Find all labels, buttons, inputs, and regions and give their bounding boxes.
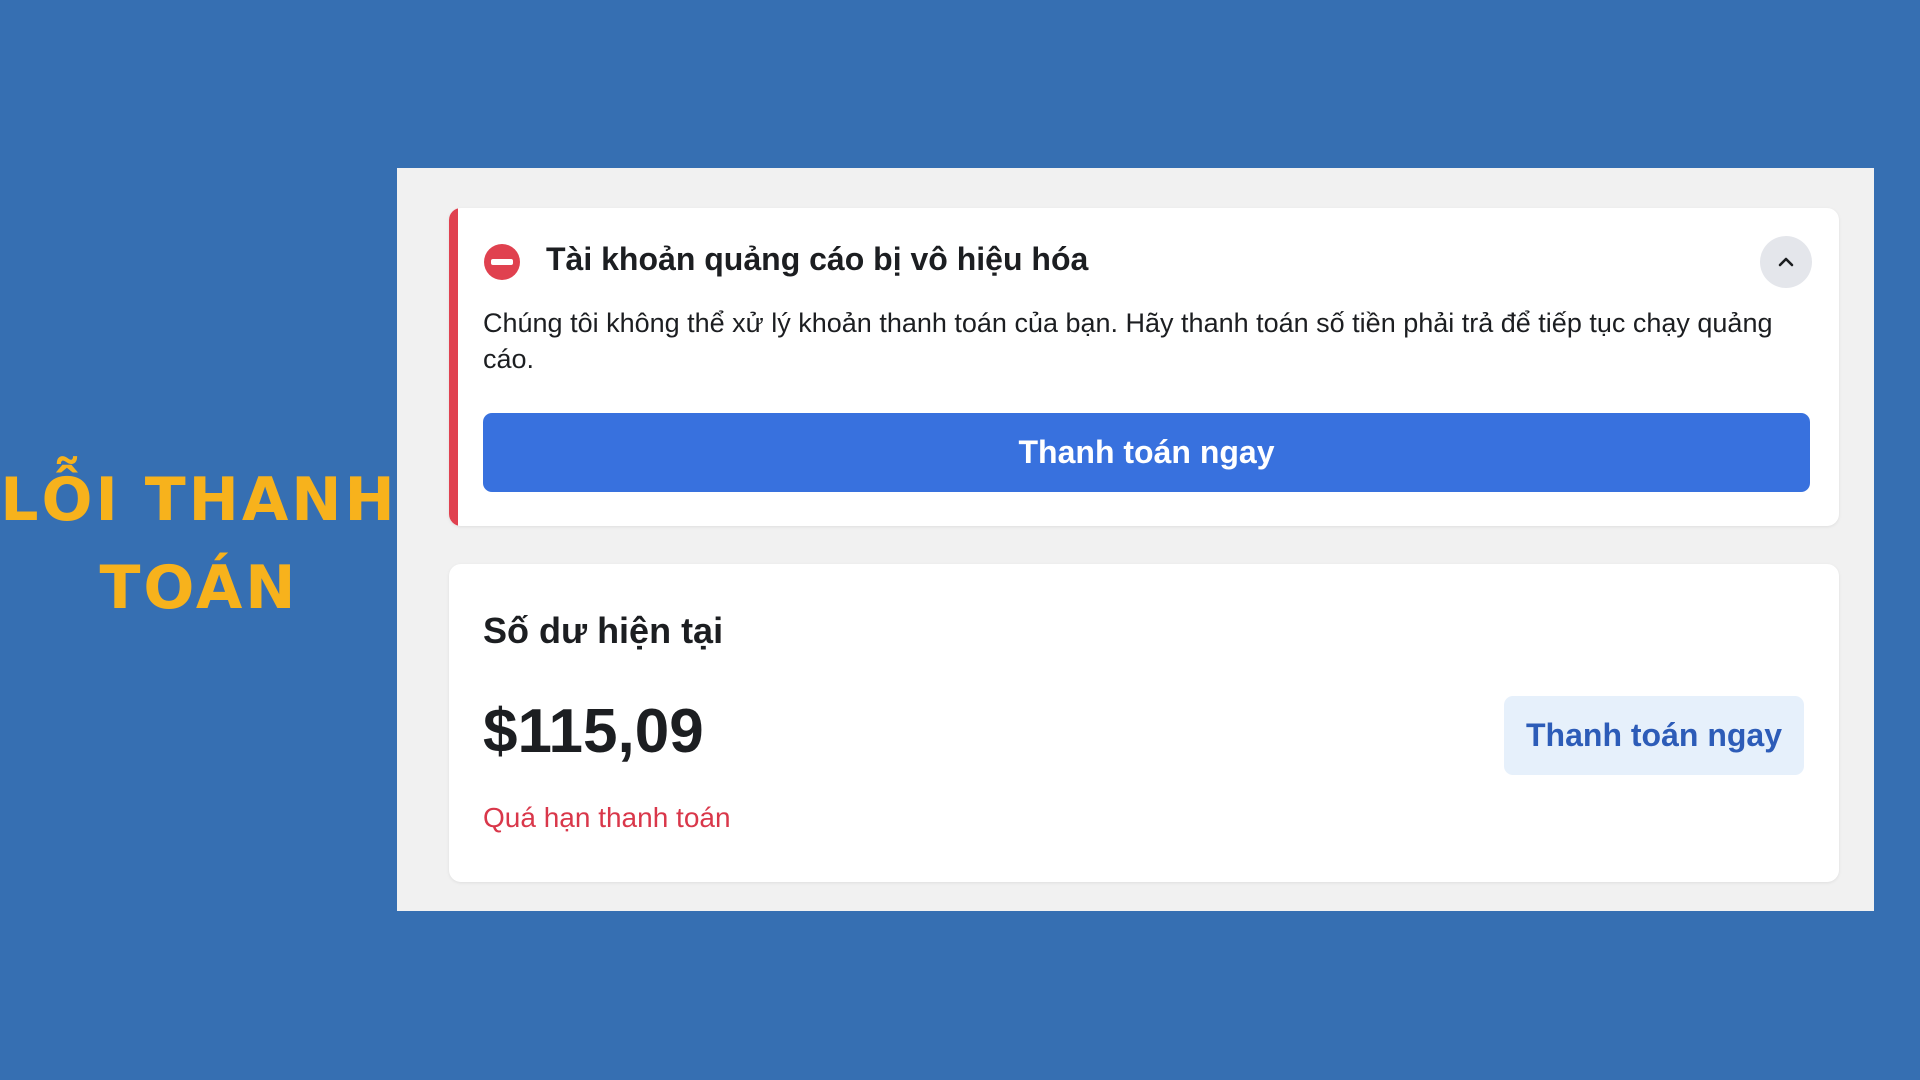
billing-panel: Tài khoản quảng cáo bị vô hiệu hóa Chúng…: [397, 168, 1874, 911]
alert-title: Tài khoản quảng cáo bị vô hiệu hóa: [546, 241, 1089, 277]
balance-amount: $115,09: [483, 697, 704, 766]
side-title: Lỗi thanh toán: [0, 465, 398, 623]
error-icon: [484, 244, 520, 280]
pay-now-button[interactable]: Thanh toán ngay: [483, 413, 1810, 492]
pay-now-secondary-button[interactable]: Thanh toán ngay: [1504, 696, 1804, 775]
alert-message: Chúng tôi không thể xử lý khoản thanh to…: [483, 308, 1773, 374]
collapse-button[interactable]: [1760, 236, 1812, 288]
alert-stripe: [449, 208, 458, 526]
alert-card: Tài khoản quảng cáo bị vô hiệu hóa Chúng…: [449, 208, 1839, 526]
balance-title: Số dư hiện tại: [483, 610, 724, 651]
balance-card: Số dư hiện tại $115,09 Quá hạn thanh toá…: [449, 564, 1839, 882]
chevron-up-icon: [1778, 257, 1794, 267]
overdue-status: Quá hạn thanh toán: [483, 802, 731, 833]
